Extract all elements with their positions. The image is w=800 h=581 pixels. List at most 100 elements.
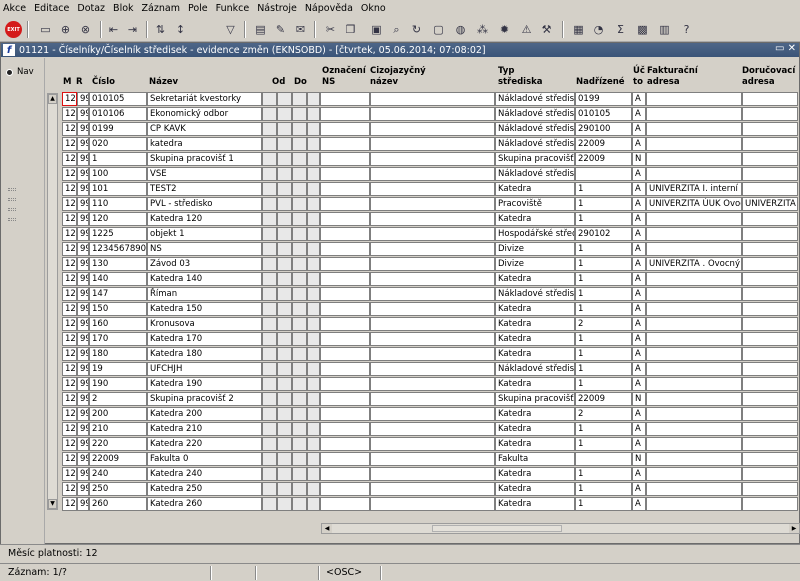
cell-typ[interactable]: Skupina pracovišť bbox=[495, 152, 575, 166]
vertical-scrollbar[interactable]: ▲ ▼ bbox=[47, 93, 58, 510]
empty-cell[interactable] bbox=[320, 467, 370, 481]
cell-cislo[interactable]: 250 bbox=[89, 482, 147, 496]
cell-nazev[interactable]: Skupina pracovišť 2 bbox=[147, 392, 262, 406]
cell-fakturacni[interactable] bbox=[646, 497, 742, 511]
empty-cell[interactable] bbox=[370, 167, 495, 181]
cell-r[interactable]: 99 bbox=[77, 302, 89, 316]
table-row[interactable]: 1299200Katedra 200 Katedra2A bbox=[0, 407, 800, 422]
menu-funkce[interactable]: Funkce bbox=[216, 3, 250, 14]
empty-cell[interactable] bbox=[320, 167, 370, 181]
cell-dorucovaci[interactable] bbox=[742, 122, 798, 136]
cell-nazev[interactable]: objekt 1 bbox=[147, 227, 262, 241]
cell-nadrizene[interactable]: 22009 bbox=[575, 392, 632, 406]
cell-fakturacni[interactable] bbox=[646, 287, 742, 301]
cell-fakturacni[interactable] bbox=[646, 152, 742, 166]
empty-cell[interactable] bbox=[292, 422, 307, 436]
cell-ucto[interactable]: A bbox=[632, 407, 646, 421]
cell-cislo[interactable]: 130 bbox=[89, 257, 147, 271]
empty-cell[interactable] bbox=[262, 467, 277, 481]
cell-typ[interactable]: Katedra bbox=[495, 497, 575, 511]
empty-cell[interactable] bbox=[292, 122, 307, 136]
empty-cell[interactable] bbox=[320, 257, 370, 271]
empty-cell[interactable] bbox=[262, 182, 277, 196]
empty-cell[interactable] bbox=[262, 452, 277, 466]
table-row[interactable]: 1299180Katedra 180 Katedra1A bbox=[0, 347, 800, 362]
table-row[interactable]: 12991234567890NS Divize1A bbox=[0, 242, 800, 257]
cell-r[interactable]: 99 bbox=[77, 437, 89, 451]
cell-nazev[interactable]: VSE bbox=[147, 167, 262, 181]
cell-cislo[interactable]: 170 bbox=[89, 332, 147, 346]
empty-cell[interactable] bbox=[277, 167, 292, 181]
cell-ucto[interactable]: A bbox=[632, 497, 646, 511]
table-row[interactable]: 1299110PVL - střediskoPracoviště1AUNIVER… bbox=[0, 197, 800, 212]
empty-cell[interactable] bbox=[307, 92, 320, 106]
empty-cell[interactable] bbox=[277, 122, 292, 136]
empty-cell[interactable] bbox=[262, 377, 277, 391]
cell-fakturacni[interactable] bbox=[646, 482, 742, 496]
export-icon[interactable]: ▦ bbox=[570, 21, 587, 38]
cell-nazev[interactable]: Katedra 250 bbox=[147, 482, 262, 496]
empty-cell[interactable] bbox=[262, 152, 277, 166]
cell-m[interactable]: 12 bbox=[62, 272, 77, 286]
cell-r[interactable]: 99 bbox=[77, 467, 89, 481]
empty-cell[interactable] bbox=[370, 407, 495, 421]
empty-cell[interactable] bbox=[292, 377, 307, 391]
exit-button[interactable]: EXIT bbox=[5, 21, 22, 38]
empty-cell[interactable] bbox=[292, 257, 307, 271]
first-icon[interactable]: ⇤ bbox=[105, 21, 122, 38]
cell-cislo[interactable]: 020 bbox=[89, 137, 147, 151]
menu-blok[interactable]: Blok bbox=[113, 3, 133, 14]
empty-cell[interactable] bbox=[320, 107, 370, 121]
cell-dorucovaci[interactable] bbox=[742, 212, 798, 226]
empty-cell[interactable] bbox=[307, 437, 320, 451]
cell-nazev[interactable]: NS bbox=[147, 242, 262, 256]
table-row[interactable]: 1299130Závod 03 Divize1AUNIVERZITA . Ovoc… bbox=[0, 257, 800, 272]
cell-m[interactable]: 12 bbox=[62, 362, 77, 376]
menu-napoveda[interactable]: Nápověda bbox=[305, 3, 353, 14]
table-row[interactable]: 1299250Katedra 250 Katedra1A bbox=[0, 482, 800, 497]
empty-cell[interactable] bbox=[370, 272, 495, 286]
refresh-icon[interactable]: ↻ bbox=[408, 21, 425, 38]
cell-fakturacni[interactable] bbox=[646, 467, 742, 481]
menu-okno[interactable]: Okno bbox=[361, 3, 386, 14]
cell-typ[interactable]: Katedra bbox=[495, 467, 575, 481]
empty-cell[interactable] bbox=[370, 152, 495, 166]
cell-nazev[interactable]: Katedra 140 bbox=[147, 272, 262, 286]
empty-cell[interactable] bbox=[320, 212, 370, 226]
empty-cell[interactable] bbox=[320, 407, 370, 421]
empty-cell[interactable] bbox=[292, 272, 307, 286]
cell-dorucovaci[interactable] bbox=[742, 137, 798, 151]
cell-fakturacni[interactable] bbox=[646, 137, 742, 151]
cell-m[interactable]: 12 bbox=[62, 197, 77, 211]
empty-cell[interactable] bbox=[370, 122, 495, 136]
empty-cell[interactable] bbox=[320, 317, 370, 331]
empty-cell[interactable] bbox=[320, 452, 370, 466]
empty-cell[interactable] bbox=[277, 437, 292, 451]
cell-m[interactable]: 12 bbox=[62, 227, 77, 241]
cell-nazev[interactable]: Fakulta 0 bbox=[147, 452, 262, 466]
empty-cell[interactable] bbox=[277, 212, 292, 226]
cell-nadrizene[interactable]: 22009 bbox=[575, 152, 632, 166]
empty-cell[interactable] bbox=[370, 302, 495, 316]
empty-cell[interactable] bbox=[262, 497, 277, 511]
cell-nadrizene[interactable]: 290100 bbox=[575, 122, 632, 136]
empty-cell[interactable] bbox=[370, 332, 495, 346]
cell-m[interactable]: 12 bbox=[62, 107, 77, 121]
delete-record-icon[interactable]: ⊗ bbox=[77, 21, 94, 38]
empty-cell[interactable] bbox=[320, 422, 370, 436]
menu-zaznam[interactable]: Záznam bbox=[142, 3, 180, 14]
empty-cell[interactable] bbox=[262, 422, 277, 436]
cell-typ[interactable]: Nákladové středisko bbox=[495, 122, 575, 136]
empty-cell[interactable] bbox=[370, 242, 495, 256]
cell-cislo[interactable]: 0199 bbox=[89, 122, 147, 136]
cell-nazev[interactable]: Katedra 220 bbox=[147, 437, 262, 451]
cell-r[interactable]: 99 bbox=[77, 212, 89, 226]
cell-ucto[interactable]: A bbox=[632, 422, 646, 436]
cell-nadrizene[interactable]: 1 bbox=[575, 287, 632, 301]
empty-cell[interactable] bbox=[277, 92, 292, 106]
cell-nazev[interactable]: UFCHJH bbox=[147, 362, 262, 376]
empty-cell[interactable] bbox=[292, 467, 307, 481]
empty-cell[interactable] bbox=[307, 317, 320, 331]
empty-cell[interactable] bbox=[277, 332, 292, 346]
cell-typ[interactable]: Nákladové středisko bbox=[495, 92, 575, 106]
